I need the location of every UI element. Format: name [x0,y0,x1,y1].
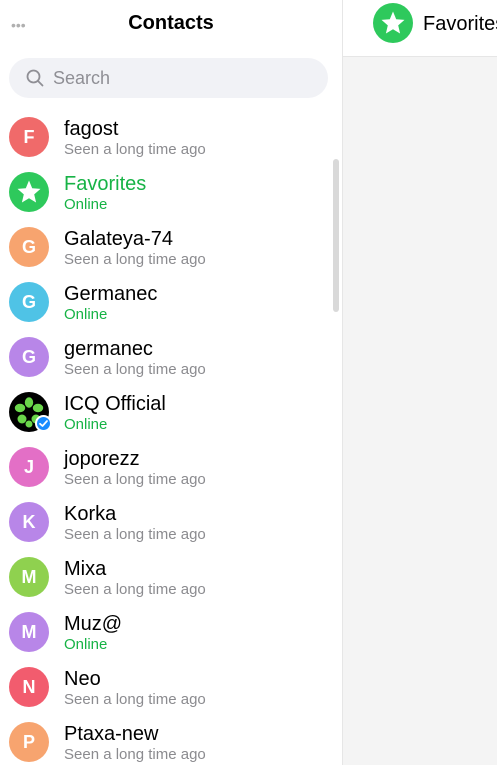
contact-status: Seen a long time ago [64,471,206,488]
contact-item[interactable]: ICQ Official Online [0,385,332,440]
chat-title: Favorites [423,13,497,35]
contact-name: Ptaxa-new [64,723,159,745]
contact-item[interactable]: M Mixa Seen a long time ago [0,550,332,605]
scrollbar[interactable] [333,159,339,312]
contact-status: Seen a long time ago [64,361,206,378]
contact-status: Seen a long time ago [64,141,206,158]
star-icon [9,172,49,212]
avatar-initial: M [21,567,37,587]
avatar-initial: G [21,292,36,312]
contact-status: Online [64,416,108,433]
contact-item[interactable]: Jjoporezz Seen a long time ago [0,440,332,495]
search-input[interactable] [53,58,313,98]
contact-status: Seen a long time ago [64,251,206,268]
avatar-initial: P [22,732,35,752]
avatar: G [9,227,49,267]
chat-header: Favorites [343,0,497,57]
contact-name: fagost [64,118,119,140]
contact-name: Muz@ [64,613,123,635]
contacts-sidebar: ••• Contacts FfagostSeen a long time ago… [0,0,343,765]
contact-item[interactable]: P Ptaxa-new Seen a long time ago [0,715,332,765]
contact-item[interactable]: G Galateya-74 Seen a long time ago [0,220,332,275]
chat-pane: Favorites [343,0,497,765]
avatar-initial: M [21,622,37,642]
contact-status: Online [64,306,108,323]
avatar-initial: K [22,512,36,532]
contact-name: joporezz [64,448,140,470]
contact-status: Seen a long time ago [64,581,206,598]
contact-list: Ffagost Seen a long time ago Favorites Onli… [0,110,332,765]
contact-item[interactable]: K Korka Seen a long time ago [0,495,332,550]
avatar-initial: G [21,347,36,367]
contact-item[interactable]: G Germanec Online [0,275,332,330]
contact-item[interactable]: Favorites Online [0,165,332,220]
star-icon [373,3,413,43]
contact-name: Mixa [64,558,107,580]
avatar-initial: F [23,127,35,147]
avatar: K [9,502,49,542]
chat-avatar[interactable] [373,3,413,43]
verified-badge-icon [35,415,52,432]
contact-status: Online [64,636,108,653]
search-icon [26,69,44,87]
avatar: M [9,612,49,652]
avatar-initial: G [21,237,36,257]
search-box[interactable] [9,58,328,98]
contact-item[interactable]: N Neo Seen a long time ago [0,660,332,715]
contact-name: germanec [64,338,153,360]
avatar: J [9,447,49,487]
contact-item[interactable]: Ffagost Seen a long time ago [0,110,332,165]
avatar: F [9,117,49,157]
contact-name: ICQ Official [64,393,166,415]
contact-item[interactable]: M Muz@ Online [0,605,332,660]
avatar: M [9,557,49,597]
page-title: Contacts [128,12,214,34]
avatar [9,392,52,432]
contact-name: Favorites [64,173,147,195]
contact-status: Seen a long time ago [64,746,206,763]
contact-item[interactable]: Ggermanec Seen a long time ago [0,330,332,385]
contact-status: Online [64,196,108,213]
contact-name: Galateya-74 [64,228,173,250]
contact-name: Germanec [64,283,158,305]
avatar-initial: N [22,677,36,697]
contact-status: Seen a long time ago [64,526,206,543]
contact-name: Korka [64,503,117,525]
sidebar-header: ••• Contacts [0,0,342,50]
avatar-initial: J [23,457,34,477]
contact-name: Neo [64,668,101,690]
avatar [9,172,49,212]
contact-status: Seen a long time ago [64,691,206,708]
avatar: P [9,722,49,762]
avatar: N [9,667,49,707]
avatar: G [9,337,49,377]
avatar: G [9,282,49,322]
